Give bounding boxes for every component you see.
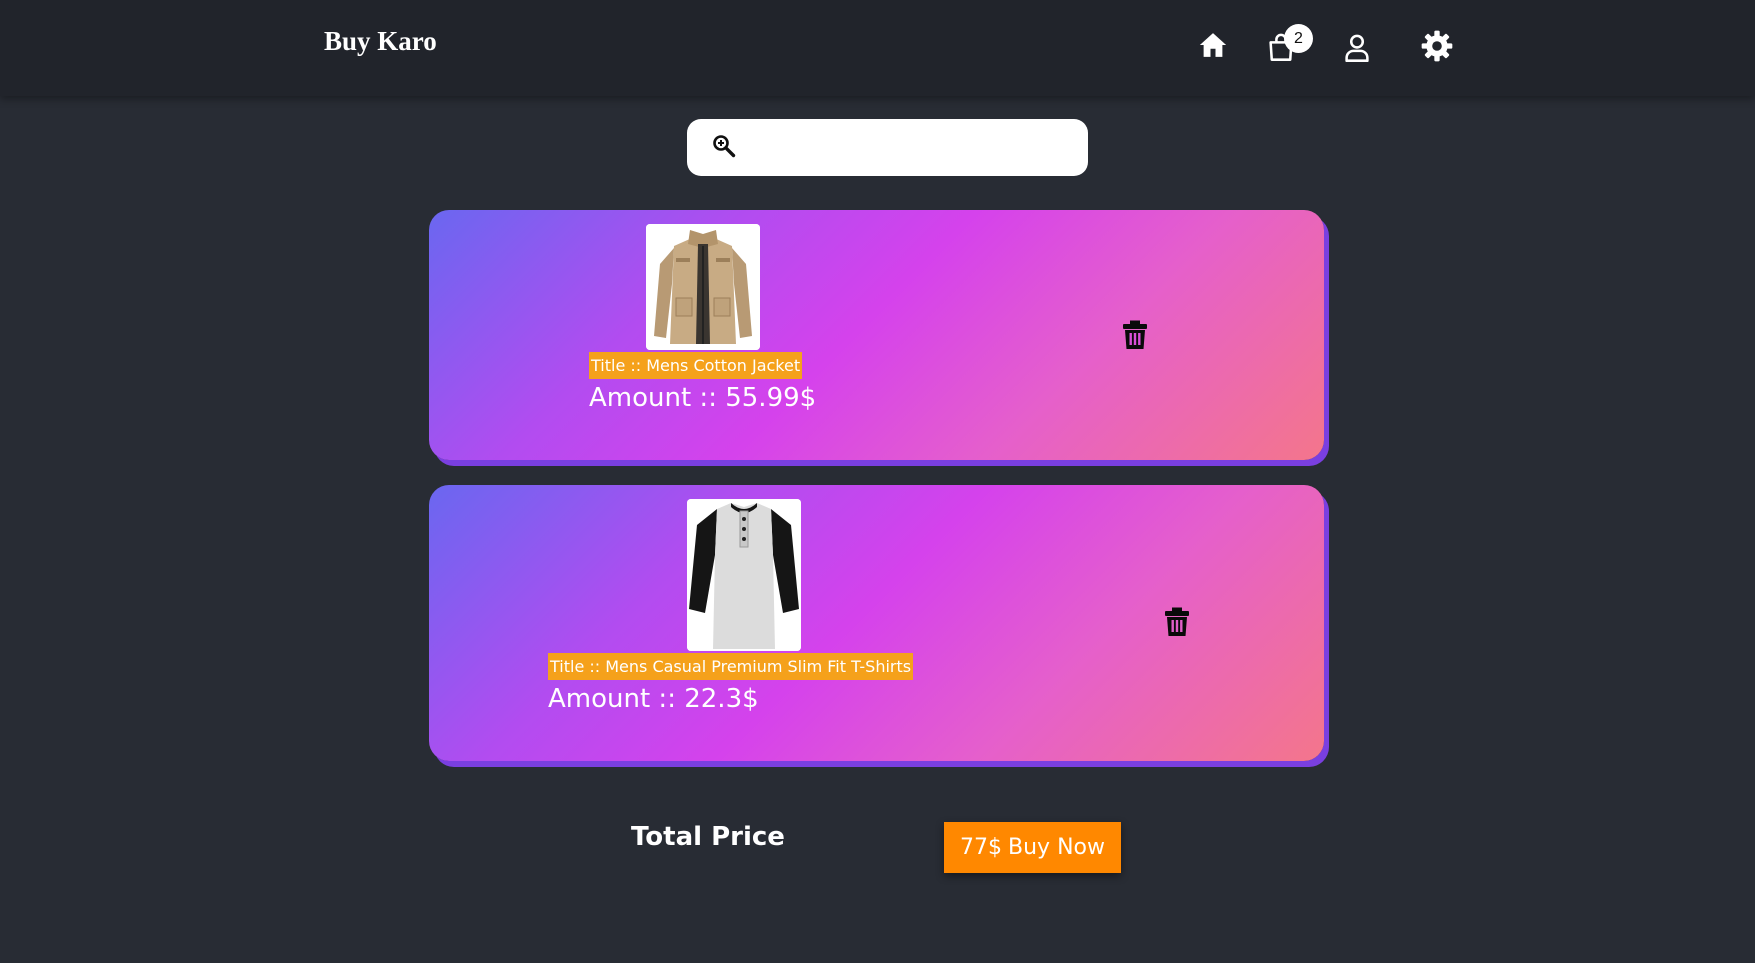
product-image-tshirt[interactable]: [687, 499, 801, 651]
trash-icon[interactable]: [1164, 607, 1190, 637]
total-price-label: Total Price: [631, 822, 785, 852]
search-bar[interactable]: [687, 119, 1088, 176]
product-title: Title :: Mens Cotton Jacket: [589, 352, 803, 379]
product-title: Title :: Mens Casual Premium Slim Fit T-…: [548, 653, 914, 680]
brand-logo[interactable]: Buy Karo: [324, 26, 437, 57]
product-image-jacket[interactable]: [646, 224, 760, 350]
gear-icon[interactable]: [1421, 30, 1453, 62]
user-icon[interactable]: [1343, 33, 1371, 63]
cart-item-card: Title :: Mens Cotton Jacket Amount :: 55…: [429, 210, 1324, 460]
buy-now-label: Buy Now: [1008, 835, 1105, 860]
search-input[interactable]: [749, 127, 1074, 168]
navbar: Buy Karo 2: [0, 0, 1755, 96]
cart-item-card: Title :: Mens Casual Premium Slim Fit T-…: [429, 485, 1324, 761]
search-zoom-icon: [713, 135, 736, 158]
buy-now-button[interactable]: 77$ Buy Now: [944, 822, 1121, 873]
total-price-value: 77$: [960, 835, 1003, 860]
cart-count-badge: 2: [1284, 24, 1313, 53]
home-icon[interactable]: [1198, 30, 1228, 60]
product-amount: Amount :: 55.99$: [589, 383, 817, 413]
product-amount: Amount :: 22.3$: [548, 684, 759, 714]
trash-icon[interactable]: [1122, 320, 1148, 350]
